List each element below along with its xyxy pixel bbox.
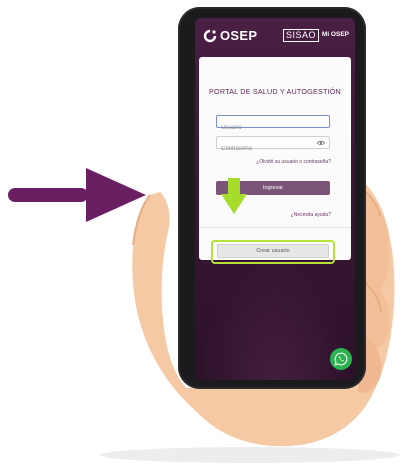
sisao-logo: SISAO — [282, 29, 319, 42]
help-link[interactable]: ¿Necesita ayuda? — [291, 212, 331, 218]
phone-screen: OSEP SISAO Mi OSEP PORTAL DE SALUD Y AUT… — [195, 18, 355, 380]
create-user-button[interactable]: Crear usuario — [217, 244, 329, 258]
app-header: OSEP SISAO Mi OSEP — [195, 18, 355, 54]
login-card: PORTAL DE SALUD Y AUTOGESTIÓN ¿Olvidó su… — [199, 57, 351, 264]
password-field[interactable] — [216, 136, 330, 155]
whatsapp-button[interactable] — [330, 348, 352, 370]
username-field[interactable] — [216, 115, 330, 134]
username-input[interactable] — [217, 122, 329, 134]
tutorial-illustration: OSEP SISAO Mi OSEP PORTAL DE SALUD Y AUT… — [0, 0, 415, 464]
arrow-right-icon — [8, 168, 146, 222]
osep-logo-icon — [203, 29, 217, 42]
portal-title: PORTAL DE SALUD Y AUTOGESTIÓN — [209, 87, 341, 96]
card-divider — [199, 227, 351, 228]
osep-logo: OSEP — [203, 28, 257, 43]
forgot-credentials-link[interactable]: ¿Olvidó su usuario o contraseña? — [256, 159, 331, 165]
eye-icon[interactable] — [317, 140, 325, 146]
password-input[interactable] — [217, 143, 329, 155]
brand-name: OSEP — [220, 28, 258, 43]
whatsapp-icon — [334, 352, 348, 366]
mi-osep-label: Mi OSEP — [321, 31, 349, 38]
arrow-down-icon — [221, 178, 247, 214]
